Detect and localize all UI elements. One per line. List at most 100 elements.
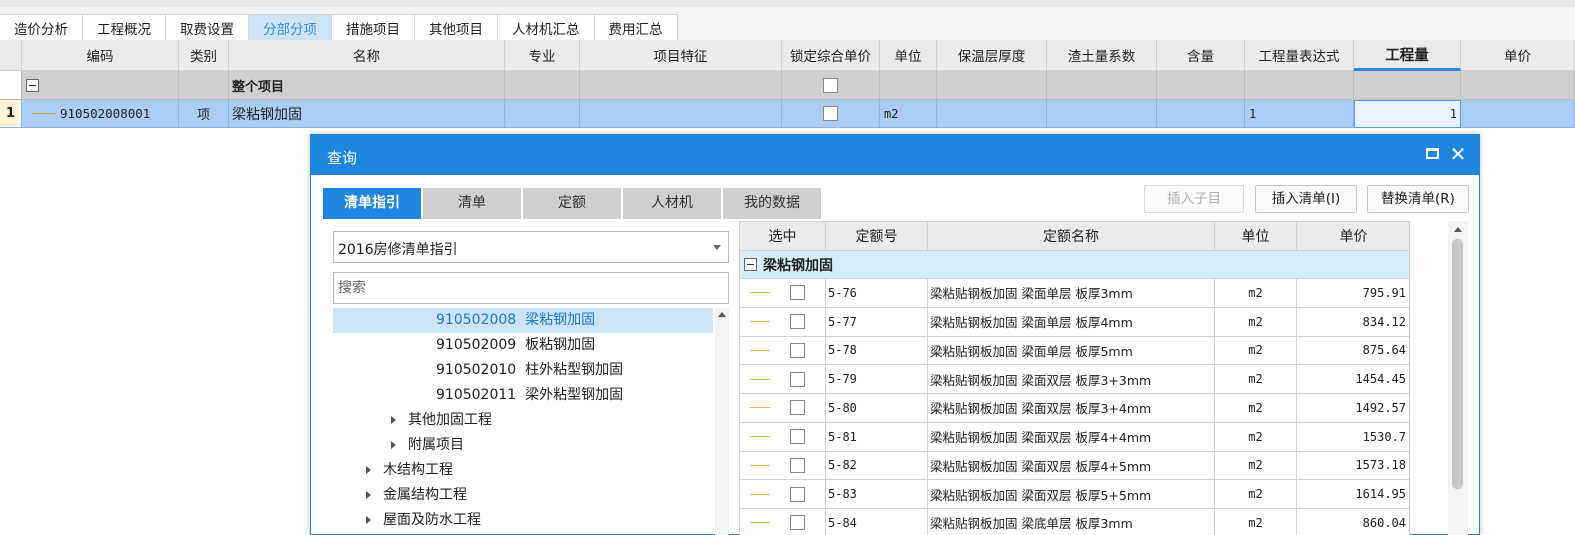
header-content[interactable]: 含量: [1157, 40, 1245, 71]
header-select[interactable]: 选中: [740, 222, 826, 251]
collapse-cell[interactable]: [22, 71, 179, 100]
row-checkbox[interactable]: [790, 429, 805, 445]
search-input[interactable]: [333, 272, 729, 304]
header-quantity[interactable]: 工程量: [1354, 40, 1461, 71]
item-content[interactable]: [1157, 100, 1245, 128]
quota-unit: m2: [1215, 422, 1297, 452]
scroll-thumb[interactable]: [1452, 239, 1463, 489]
chevron-right-icon[interactable]: [366, 491, 371, 499]
insert-child-button[interactable]: 插入子目: [1144, 185, 1244, 213]
header-unit[interactable]: 单位: [880, 40, 937, 71]
quota-price: 860.04: [1297, 509, 1409, 535]
item-type[interactable]: 项: [179, 100, 229, 128]
tab-resources[interactable]: 人材机: [623, 188, 721, 219]
header-unit-price[interactable]: 单价: [1461, 40, 1575, 71]
insert-list-button[interactable]: 插入清单(I): [1255, 185, 1357, 213]
table-row[interactable]: 5-84 梁粘贴钢板加固 梁底单层 板厚3mm m2 860.04: [740, 509, 1409, 535]
guide-tree: 910502008 梁粘钢加固 910502009 板粘钢加固 91050201…: [333, 308, 713, 535]
chevron-down-icon[interactable]: [713, 245, 721, 250]
maximize-icon[interactable]: [1426, 148, 1439, 159]
table-row[interactable]: 5-83 梁粘贴钢板加固 梁面双层 板厚5+5mm m2 1614.95: [740, 480, 1409, 509]
group-row[interactable]: 整个项目: [0, 71, 1575, 100]
group-lock-checkbox[interactable]: [823, 77, 838, 93]
tree-node-metal-structure[interactable]: 金属结构工程: [333, 483, 713, 508]
tree-node-other-reinforcement[interactable]: 其他加固工程: [333, 408, 713, 433]
header-quota-price[interactable]: 单价: [1297, 222, 1409, 251]
header-name[interactable]: 名称: [229, 40, 505, 71]
tree-node-roof-waterproof[interactable]: 屋面及防水工程: [333, 508, 713, 533]
header-quota-unit[interactable]: 单位: [1215, 222, 1297, 251]
row-checkbox[interactable]: [790, 314, 805, 330]
chevron-right-icon[interactable]: [366, 466, 371, 474]
table-row[interactable]: 5-82 梁粘贴钢板加固 梁面双层 板厚4+5mm m2 1573.18: [740, 451, 1409, 481]
table-row[interactable]: 1 910502008001 项 梁粘钢加固 m2 1 1: [0, 100, 1575, 128]
row-checkbox[interactable]: [790, 371, 805, 387]
tree-scrollbar[interactable]: [715, 308, 729, 535]
header-expression[interactable]: 工程量表达式: [1245, 40, 1354, 71]
item-unit-price[interactable]: [1461, 100, 1575, 128]
item-specialty[interactable]: [505, 100, 580, 128]
quota-unit: m2: [1215, 365, 1297, 394]
scroll-up-icon[interactable]: [1454, 227, 1462, 232]
header-type[interactable]: 类别: [179, 40, 229, 71]
item-lock-cell: [782, 100, 880, 128]
close-icon[interactable]: ✕: [1448, 142, 1468, 166]
table-row[interactable]: 5-80 梁粘贴钢板加固 梁面双层 板厚3+4mm m2 1492.57: [740, 394, 1409, 423]
table-row[interactable]: 5-78 梁粘贴钢板加固 梁面单层 板厚5mm m2 875.64: [740, 336, 1409, 366]
dialog-title-bar[interactable]: 查询 ✕: [311, 135, 1479, 175]
table-row[interactable]: 5-77 梁粘贴钢板加固 梁面单层 板厚4mm m2 834.12: [740, 307, 1409, 337]
item-insulation[interactable]: [937, 100, 1047, 128]
header-code[interactable]: 编码: [22, 40, 179, 71]
header-quota-code[interactable]: 定额号: [826, 222, 928, 251]
collapse-icon[interactable]: [26, 78, 39, 92]
tree-node-910502011[interactable]: 910502011 梁外粘型钢加固: [333, 383, 713, 408]
group-unit-cell: [880, 71, 937, 100]
quota-select-cell: [740, 480, 826, 509]
replace-list-button[interactable]: 替换清单(R): [1367, 185, 1469, 213]
tree-node-label: 其他加固工程: [408, 412, 492, 428]
item-soil-factor[interactable]: [1047, 100, 1157, 128]
tree-node-auxiliary[interactable]: 附属项目: [333, 433, 713, 458]
quota-unit: m2: [1215, 279, 1297, 308]
header-features[interactable]: 项目特征: [580, 40, 782, 71]
quota-scrollbar[interactable]: [1448, 221, 1468, 535]
tab-my-data[interactable]: 我的数据: [723, 188, 821, 219]
row-checkbox[interactable]: [790, 285, 805, 301]
tree-node-910502009[interactable]: 910502009 板粘钢加固: [333, 333, 713, 358]
item-quantity[interactable]: 1: [1354, 100, 1461, 128]
guide-select[interactable]: 2016房修清单指引: [333, 231, 729, 263]
header-lock-price[interactable]: 锁定综合单价: [782, 40, 880, 71]
tab-list-guide[interactable]: 清单指引: [323, 188, 421, 219]
item-name[interactable]: 梁粘钢加固: [229, 100, 505, 128]
item-code[interactable]: 910502008001: [22, 100, 179, 128]
header-quota-name[interactable]: 定额名称: [928, 222, 1215, 251]
tab-quota[interactable]: 定额: [523, 188, 621, 219]
header-insulation[interactable]: 保温层厚度: [937, 40, 1047, 71]
row-checkbox[interactable]: [790, 515, 805, 531]
item-features[interactable]: [580, 100, 782, 128]
group-expression-cell: [1245, 71, 1354, 100]
table-row[interactable]: 5-79 梁粘贴钢板加固 梁面双层 板厚3+3mm m2 1454.45: [740, 365, 1409, 394]
tree-node-wood-structure[interactable]: 木结构工程: [333, 458, 713, 483]
table-row[interactable]: 5-76 梁粘贴钢板加固 梁面单层 板厚3mm m2 795.91: [740, 279, 1409, 308]
quota-group-row[interactable]: 梁粘钢加固: [740, 251, 1409, 279]
chevron-right-icon[interactable]: [366, 516, 371, 524]
chevron-right-icon[interactable]: [391, 441, 396, 449]
item-lock-checkbox[interactable]: [823, 106, 838, 121]
tab-list[interactable]: 清单: [423, 188, 521, 219]
scroll-up-icon[interactable]: [718, 312, 726, 317]
row-checkbox[interactable]: [790, 457, 805, 473]
header-specialty[interactable]: 专业: [505, 40, 580, 71]
row-checkbox[interactable]: [790, 400, 805, 416]
chevron-right-icon[interactable]: [391, 416, 396, 424]
row-checkbox[interactable]: [790, 486, 805, 502]
group-name: 整个项目: [229, 71, 505, 100]
row-checkbox[interactable]: [790, 342, 805, 358]
item-expression[interactable]: 1: [1245, 100, 1354, 128]
table-row[interactable]: 5-81 梁粘贴钢板加固 梁面双层 板厚4+4mm m2 1530.7: [740, 422, 1409, 452]
tree-node-910502010[interactable]: 910502010 柱外粘型钢加固: [333, 358, 713, 383]
header-soil-factor[interactable]: 渣土量系数: [1047, 40, 1157, 71]
item-unit[interactable]: m2: [880, 100, 937, 128]
tree-node-910502008[interactable]: 910502008 梁粘钢加固: [333, 308, 713, 333]
collapse-icon[interactable]: [744, 258, 757, 271]
